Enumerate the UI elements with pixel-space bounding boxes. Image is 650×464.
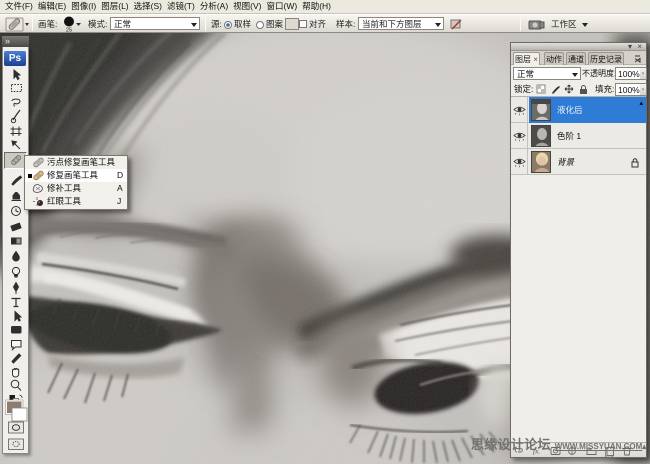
svg-text:25: 25 <box>66 28 72 34</box>
